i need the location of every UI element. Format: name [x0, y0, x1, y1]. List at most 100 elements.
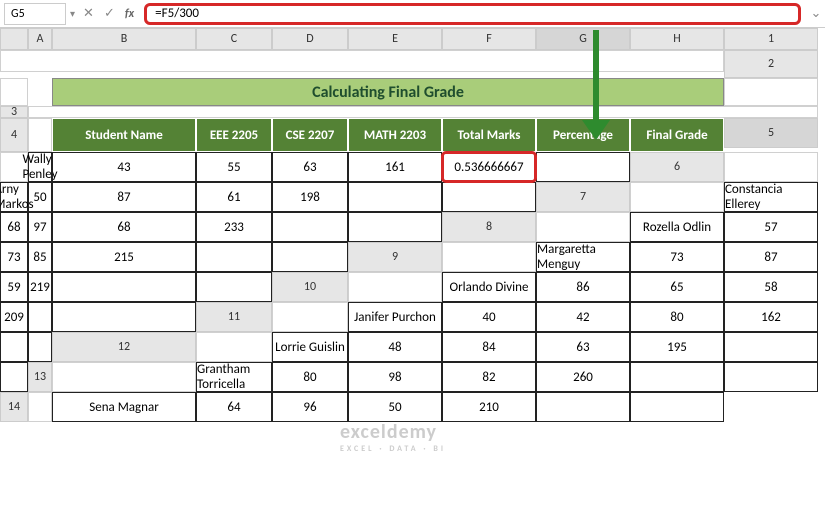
cell[interactable]: 260	[536, 362, 630, 392]
cell[interactable]: 59	[0, 272, 28, 302]
row-header-7[interactable]: 7	[536, 182, 630, 212]
cell-name[interactable]: Wally Penley	[28, 152, 52, 182]
cancel-icon[interactable]: ✕	[83, 6, 94, 21]
col-header-G[interactable]: G	[536, 28, 630, 50]
row-header-14[interactable]: 14	[0, 392, 28, 422]
cell[interactable]	[724, 152, 818, 182]
col-header-H[interactable]: H	[630, 28, 724, 50]
cell[interactable]	[630, 182, 724, 212]
cell[interactable]: 161	[348, 152, 442, 182]
cell[interactable]	[28, 106, 818, 118]
cell[interactable]: 73	[630, 242, 724, 272]
fx-icon[interactable]: fx	[125, 7, 134, 21]
cell[interactable]	[0, 78, 28, 106]
cell[interactable]: 73	[0, 242, 28, 272]
th-c2[interactable]: CSE 2207	[272, 118, 348, 152]
th-pct[interactable]: Percentage	[536, 118, 630, 152]
row-header-2[interactable]: 2	[724, 50, 818, 78]
row-header-11[interactable]: 11	[196, 302, 272, 332]
cell[interactable]	[536, 392, 630, 422]
col-header-D[interactable]: D	[272, 28, 348, 50]
cell-name[interactable]: Orlando Divine	[442, 272, 536, 302]
cell[interactable]	[536, 152, 630, 182]
cell[interactable]	[196, 272, 272, 302]
col-header-A[interactable]: A	[28, 28, 52, 50]
cell[interactable]: 65	[630, 272, 724, 302]
cell[interactable]: 64	[196, 392, 272, 422]
cell[interactable]: 162	[724, 302, 818, 332]
cell[interactable]: 48	[348, 332, 442, 362]
cell[interactable]	[196, 332, 272, 362]
cell[interactable]: 43	[52, 152, 196, 182]
cell[interactable]	[630, 392, 724, 422]
cell[interactable]: 63	[272, 152, 348, 182]
cell[interactable]	[724, 78, 818, 106]
cell[interactable]: 82	[442, 362, 536, 392]
cell[interactable]: 195	[630, 332, 724, 362]
cell[interactable]	[442, 242, 536, 272]
cell[interactable]	[272, 302, 348, 332]
cell[interactable]: 68	[52, 212, 196, 242]
cell[interactable]	[52, 272, 196, 302]
cell[interactable]: 96	[272, 392, 348, 422]
cell[interactable]: 58	[724, 272, 818, 302]
cell[interactable]: 210	[442, 392, 536, 422]
cell[interactable]	[28, 332, 52, 362]
cell-name[interactable]: Arny Markos	[0, 182, 28, 212]
cell[interactable]: 98	[348, 362, 442, 392]
cell[interactable]	[348, 272, 442, 302]
row-header-1[interactable]: 1	[724, 28, 818, 50]
cell[interactable]: 97	[28, 212, 52, 242]
cell[interactable]: 209	[0, 302, 28, 332]
cell[interactable]: 198	[272, 182, 348, 212]
cell[interactable]	[28, 302, 52, 332]
row-header-9[interactable]: 9	[348, 242, 442, 272]
name-box[interactable]: G5	[4, 3, 66, 25]
cell[interactable]: 80	[272, 362, 348, 392]
cell-name[interactable]: Margaretta Menguy	[536, 242, 630, 272]
cell[interactable]	[0, 50, 724, 72]
cell[interactable]	[630, 362, 724, 392]
th-total[interactable]: Total Marks	[442, 118, 536, 152]
cell[interactable]	[28, 118, 52, 152]
cell[interactable]	[52, 302, 196, 332]
cell[interactable]: 68	[0, 212, 28, 242]
row-header-8[interactable]: 8	[442, 212, 536, 242]
th-c1[interactable]: EEE 2205	[196, 118, 272, 152]
cell-name[interactable]: Janifer Purchon	[348, 302, 442, 332]
cell[interactable]	[272, 242, 348, 272]
cell[interactable]	[196, 242, 272, 272]
cell-name[interactable]: Sena Magnar	[52, 392, 196, 422]
cell[interactable]: 50	[28, 182, 52, 212]
th-grade[interactable]: Final Grade	[630, 118, 724, 152]
row-header-5[interactable]: 5	[724, 118, 818, 148]
cell[interactable]: 55	[196, 152, 272, 182]
th-name[interactable]: Student Name	[52, 118, 196, 152]
cell[interactable]	[28, 392, 52, 422]
cell-G5-selected[interactable]: 0.536666667	[442, 152, 536, 182]
cell[interactable]: 215	[52, 242, 196, 272]
cell[interactable]	[536, 212, 630, 242]
cell[interactable]: 87	[52, 182, 196, 212]
cell[interactable]	[724, 362, 818, 392]
cell[interactable]	[724, 332, 818, 362]
col-header-E[interactable]: E	[348, 28, 442, 50]
cell[interactable]: 84	[442, 332, 536, 362]
cell[interactable]: 233	[196, 212, 272, 242]
cell[interactable]: 219	[28, 272, 52, 302]
cell[interactable]: 57	[724, 212, 818, 242]
col-header-B[interactable]: B	[52, 28, 196, 50]
cell[interactable]	[348, 212, 442, 242]
cell[interactable]: 80	[630, 302, 724, 332]
col-header-F[interactable]: F	[442, 28, 536, 50]
cell[interactable]: 86	[536, 272, 630, 302]
cell[interactable]: 87	[724, 242, 818, 272]
row-header-6[interactable]: 6	[630, 152, 724, 182]
select-all-corner[interactable]	[0, 28, 28, 50]
row-header-13[interactable]: 13	[28, 362, 52, 392]
row-header-12[interactable]: 12	[52, 332, 196, 362]
cell[interactable]: 85	[28, 242, 52, 272]
cell[interactable]	[348, 182, 442, 212]
cell-name[interactable]: Constancia Ellerey	[724, 182, 818, 212]
cell[interactable]: 42	[536, 302, 630, 332]
